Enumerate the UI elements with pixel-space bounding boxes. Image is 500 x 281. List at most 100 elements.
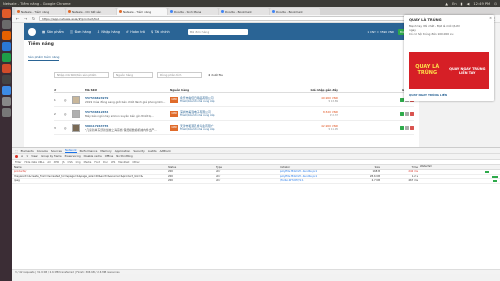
software-center-icon[interactable] [1, 64, 11, 73]
tab-elements[interactable]: Elements [21, 149, 34, 153]
volume-icon[interactable]: ◀ [467, 2, 470, 6]
libreoffice-calc-icon[interactable] [1, 53, 11, 62]
promo-cta-link[interactable]: QUAY NGAY TRÚNG LIỀN [409, 93, 447, 97]
disable-cache-checkbox[interactable]: Disable cache [84, 155, 102, 158]
forward-icon[interactable]: → [23, 16, 28, 21]
filter-other[interactable]: Other [132, 161, 139, 164]
delete-button[interactable] [410, 125, 414, 130]
battery-icon[interactable]: ▮ [461, 2, 463, 6]
clock[interactable]: 12:49 PM [473, 2, 490, 6]
chrome-icon[interactable] [1, 86, 11, 95]
filter-font[interactable]: Font [94, 161, 100, 164]
browser-tab[interactable]: Netsale - Chi tiết sản [66, 8, 116, 15]
close-icon[interactable]: × [489, 16, 492, 20]
record-icon[interactable] [15, 155, 18, 158]
filter-manifest[interactable]: Manifest [118, 161, 129, 164]
filter-media[interactable]: Media [84, 161, 92, 164]
filter-js[interactable]: JS [62, 161, 64, 164]
browser-tab[interactable]: Doodle - Sinh Mana [168, 8, 218, 15]
wifi-icon[interactable]: ▲ [445, 2, 448, 6]
tab-application[interactable]: Application [115, 149, 131, 153]
table-row[interactable]: 2 ◎ 557536812654 Máy kéo ngón tay silicon… [54, 107, 414, 121]
devtools-inspect-icon[interactable]: ⬚ [15, 149, 18, 153]
delete-button[interactable] [410, 111, 414, 116]
filter-icon[interactable]: ⏷ [26, 155, 28, 158]
tab-potential-products[interactable]: Sản phẩm tiềm năng [28, 55, 60, 61]
edit-button[interactable] [400, 111, 404, 116]
more-button[interactable] [405, 111, 409, 116]
product-thumbnail[interactable] [72, 123, 80, 132]
filter-all[interactable]: All [47, 161, 50, 164]
throttling-select[interactable]: No throttling [116, 155, 132, 158]
tab-performance[interactable]: Performance [80, 149, 98, 153]
devtools-panel: ⬚ Elements Console Sources Network Perfo… [12, 147, 500, 274]
source-select[interactable]: Nguồn hàng [113, 72, 153, 78]
order-search-input[interactable]: Mã đơn hàng [187, 28, 248, 35]
date-select[interactable]: Dòng phân tích [157, 72, 202, 78]
filter-css[interactable]: CSS [68, 161, 73, 164]
group-by-frame-checkbox[interactable]: Group by frame [41, 155, 61, 158]
expand-icon[interactable]: ◎ [64, 112, 72, 116]
nav-finance[interactable]: $ Tài chính [151, 30, 170, 34]
preserve-log-checkbox[interactable]: Preserve log [65, 155, 81, 158]
dash-icon[interactable] [1, 9, 11, 18]
hide-data-urls-checkbox[interactable]: Hide data URLs [24, 161, 44, 164]
reload-icon[interactable]: ↻ [31, 16, 36, 21]
table-row[interactable]: 3 ◎ 580117963755 "几家新单东舒新加坡上海宗旅 保费模数模机械内件… [54, 121, 414, 135]
product-thumbnail[interactable] [72, 109, 80, 118]
nav-products[interactable]: ▦ Sản phẩm [42, 30, 64, 34]
keyboard-icon[interactable]: En [452, 2, 457, 6]
supplier-link[interactable]: Thêm/Xóa tới nhà cung cấp [180, 100, 214, 103]
nav-import[interactable]: ⇩ Nhập hàng [97, 30, 120, 34]
product-name: "几家新单东舒新加坡上海宗旅 保费模数模机械内件出产... [85, 127, 157, 132]
supplier-link[interactable]: Thêm/Xóa tới nhà cung cấp [180, 128, 214, 131]
nav-orders[interactable]: ◫ Đơn hàng [70, 30, 91, 34]
tab-sources[interactable]: Sources [51, 149, 62, 153]
sku-search-input[interactable]: Nhập mã SKU/tên sản phẩm [54, 72, 109, 78]
libreoffice-writer-icon[interactable] [1, 42, 11, 51]
tab-network[interactable]: Network [64, 148, 77, 153]
tab-memory[interactable]: Memory [100, 149, 111, 153]
browser-tab-active[interactable]: Netsale - Tiềm năng [117, 8, 167, 15]
expand-icon[interactable]: ◎ [64, 126, 72, 130]
app-navbar: ▦ Sản phẩm ◫ Đơn hàng ⇩ Nhập hàng ↺ Hoàn trả… [24, 23, 419, 40]
more-button[interactable] [405, 125, 409, 130]
table-row[interactable]: 1 ◎ 557536824979 2019 mùa đông sang giới … [54, 93, 414, 107]
filter-input[interactable]: Filter [15, 161, 21, 164]
filter-img[interactable]: Img [76, 161, 81, 164]
trash-icon[interactable] [1, 108, 11, 117]
tab-audits[interactable]: Audits [148, 149, 157, 153]
product-thumbnail[interactable] [72, 95, 80, 104]
tab-adblock[interactable]: AdBlock [160, 149, 171, 153]
browser-tab[interactable]: Doodle - Bookmark [270, 8, 320, 15]
browser-tab[interactable]: Netsale - Tiềm năng [15, 8, 65, 15]
tab-security[interactable]: Security [133, 149, 145, 153]
system-tray: ▲ En ▮ ◀ 12:49 PM ⏻ [445, 2, 500, 6]
files-icon[interactable] [1, 20, 11, 29]
supplier-link[interactable]: Thêm/Xóa tới nhà cung cấp [180, 114, 214, 117]
waterfall-bar [493, 180, 497, 183]
power-icon[interactable]: ⏻ [494, 2, 497, 6]
nav-returns[interactable]: ↺ Hoàn trả [126, 30, 145, 34]
promo-line: Mạnh tay đổi chất - Đặt là mới QUAY [409, 24, 460, 28]
export-button[interactable]: ⬇ Xuất file [206, 72, 225, 78]
offline-checkbox[interactable]: Offline [105, 155, 114, 158]
edit-button[interactable] [400, 125, 404, 130]
back-icon[interactable]: ← [15, 16, 20, 21]
browser-tab[interactable]: Doodle - Bookmark [219, 8, 269, 15]
grid-icon: ▦ [42, 29, 46, 34]
promo-banner[interactable]: QUAY LÀ TRÚNG QUAY NGAY TRÚNG LIỀN TAY [409, 52, 489, 89]
app-logo[interactable] [28, 27, 36, 36]
filter-doc[interactable]: Doc [103, 161, 108, 164]
filter-ws[interactable]: WS [111, 161, 115, 164]
network-status-bar: 3 / 42 requests | 31.9 KB / 2.6 MB trans… [12, 269, 500, 274]
expand-icon[interactable]: ◎ [64, 98, 72, 102]
network-request-row[interactable]: /pag 200 xhr /Turbo.bf7c0f7/1:1 2.7 KB 4… [12, 179, 500, 184]
terminal-icon[interactable] [1, 75, 11, 84]
waterfall-cell [418, 179, 500, 183]
tab-console[interactable]: Console [37, 149, 48, 153]
filter-xhr[interactable]: XHR [54, 161, 60, 164]
clear-icon[interactable]: ⊘ [21, 155, 23, 158]
settings-icon[interactable] [1, 97, 11, 106]
firefox-icon[interactable] [1, 31, 11, 40]
